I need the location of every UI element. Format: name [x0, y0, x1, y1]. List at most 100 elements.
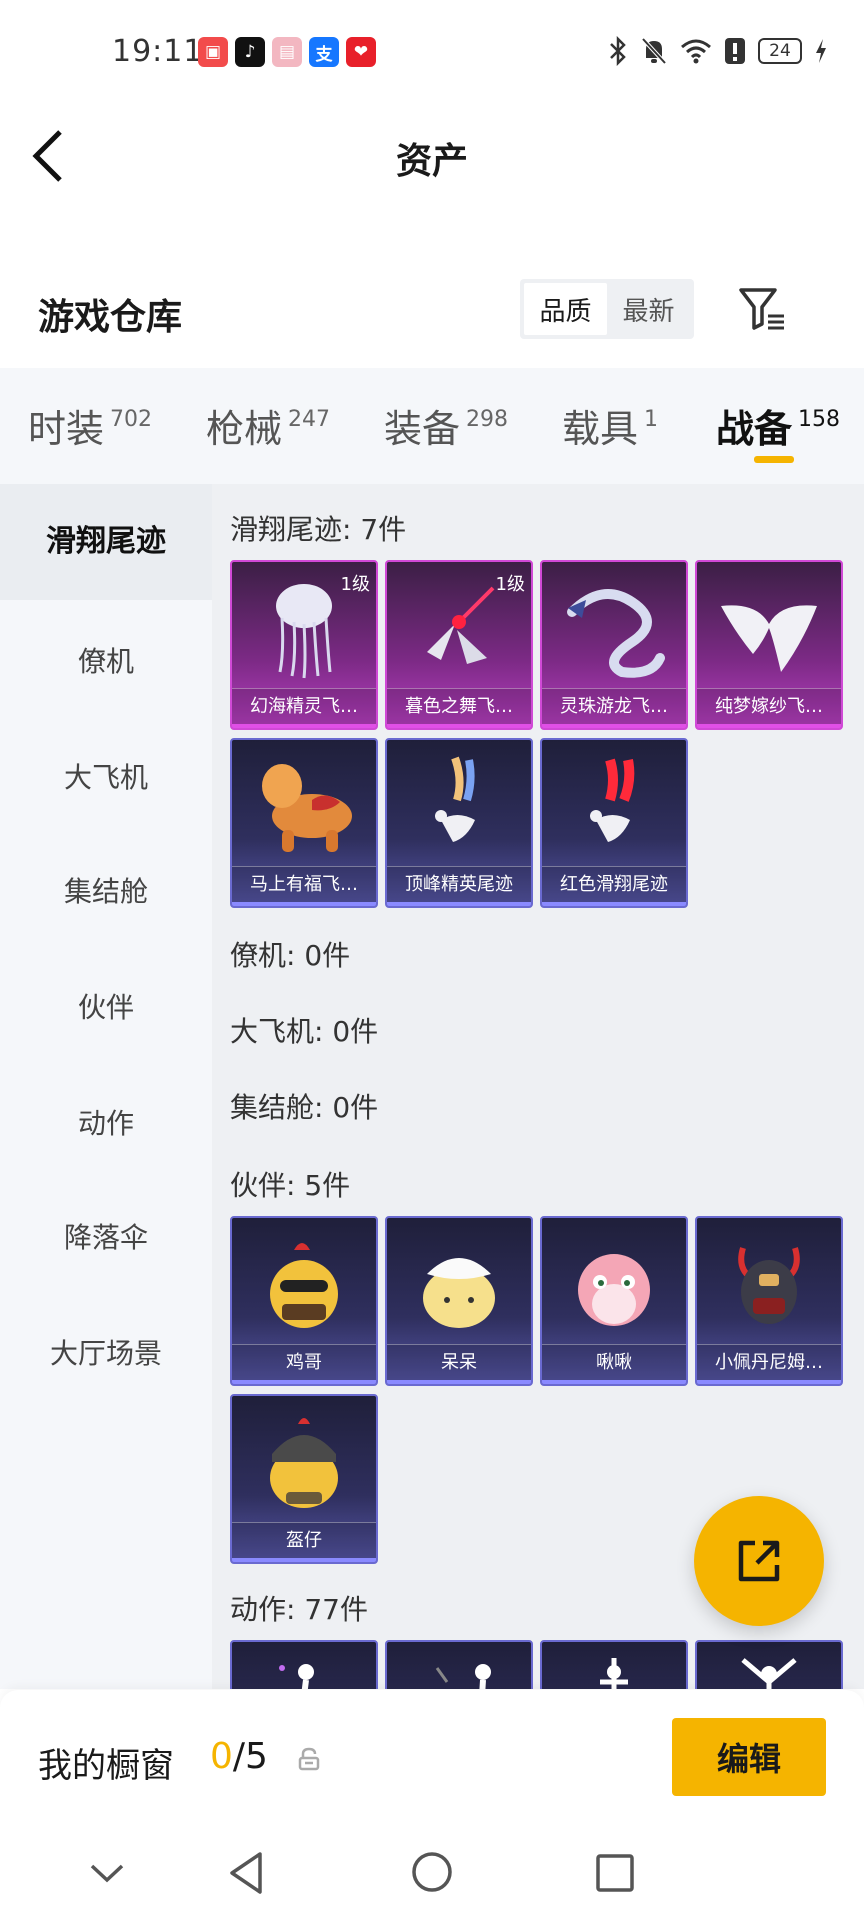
- gift-app-icon: ▤: [272, 37, 302, 67]
- item-card[interactable]: [230, 1640, 378, 1689]
- rarity-strip: [542, 902, 686, 906]
- side-menu: 滑翔尾迹 僚机 大飞机 集结舱 伙伴 动作 降落伞 大厅场景: [0, 484, 212, 1689]
- tab-label: 枪械: [206, 407, 283, 451]
- edit-button[interactable]: 编辑: [672, 1718, 826, 1796]
- status-bar: 19:11 ▣ ♪ ▤ 支 ❤ 24: [0, 0, 864, 104]
- assets-page: 19:11 ▣ ♪ ▤ 支 ❤ 24 资产 游戏仓库 品质 最新 时装 702 …: [0, 0, 864, 1920]
- section-title-partner: 伙伴: 5件: [230, 1169, 351, 1202]
- active-tab-indicator: [754, 456, 794, 463]
- tab-combat-gear[interactable]: 战备 158: [716, 398, 840, 453]
- tab-fashion[interactable]: 时装 702: [28, 398, 152, 453]
- tab-label: 载具: [562, 407, 639, 451]
- rarity-strip: [697, 1380, 841, 1384]
- section-title-wingman: 僚机: 0件: [230, 939, 351, 972]
- nav-recents-icon[interactable]: [594, 1852, 636, 1894]
- section-title-emote: 动作: 77件: [230, 1593, 368, 1626]
- collapse-chevron-icon[interactable]: [88, 1862, 126, 1886]
- item-card[interactable]: 呆呆: [385, 1216, 533, 1386]
- item-card[interactable]: 盔仔: [230, 1394, 378, 1564]
- showcase-count: 0/5: [210, 1736, 268, 1777]
- item-name: 小佩丹尼姆…: [697, 1344, 841, 1380]
- item-card[interactable]: 1级 暮色之舞飞…: [385, 560, 533, 730]
- side-item-big-plane[interactable]: 大飞机: [0, 756, 212, 796]
- tab-guns[interactable]: 枪械 247: [206, 398, 330, 453]
- system-nav-bar: [0, 1830, 864, 1920]
- item-name: 马上有福飞…: [232, 866, 376, 902]
- dancing-blades-icon: [427, 586, 495, 664]
- showcase-total: /5: [232, 1736, 268, 1777]
- tab-count: 702: [110, 407, 153, 432]
- side-item-emote[interactable]: 动作: [0, 1102, 212, 1142]
- nav-back-icon[interactable]: [226, 1850, 266, 1896]
- tab-equipment[interactable]: 装备 298: [384, 398, 508, 453]
- item-card[interactable]: 马上有福飞…: [230, 738, 378, 908]
- tab-count: 247: [288, 407, 331, 432]
- dance-emote-icon: [600, 1658, 628, 1689]
- section-title-glide-trail: 滑翔尾迹: 7件: [230, 513, 407, 546]
- warehouse-title: 游戏仓库: [38, 297, 183, 338]
- rarity-strip: [232, 1558, 376, 1562]
- lock-icon: [298, 1747, 320, 1771]
- item-name: 啾啾: [542, 1344, 686, 1380]
- side-item-wingman[interactable]: 僚机: [0, 640, 212, 680]
- item-name: 呆呆: [387, 1344, 531, 1380]
- item-card[interactable]: 小佩丹尼姆…: [695, 1216, 843, 1386]
- filter-button[interactable]: [738, 286, 788, 332]
- item-card[interactable]: 顶峰精英尾迹: [385, 738, 533, 908]
- item-name: 暮色之舞飞…: [387, 688, 531, 724]
- charging-icon: [816, 39, 826, 63]
- external-link-icon: [738, 1540, 780, 1582]
- item-card[interactable]: 红色滑翔尾迹: [540, 738, 688, 908]
- side-item-lobby-scene[interactable]: 大厅场景: [0, 1332, 212, 1372]
- item-card[interactable]: 鸡哥: [230, 1216, 378, 1386]
- sort-newest-button[interactable]: 最新: [607, 283, 690, 335]
- tiktok-app-icon: ♪: [235, 37, 265, 67]
- category-tabs: 时装 702 枪械 247 装备 298 载具 1 战备 158: [0, 368, 864, 484]
- showcase-current: 0: [210, 1736, 233, 1777]
- item-name: 灵珠游龙飞…: [542, 688, 686, 724]
- share-button[interactable]: [694, 1496, 824, 1626]
- red-trail-icon: [590, 758, 635, 842]
- side-item-glide-trail[interactable]: 滑翔尾迹: [0, 484, 212, 600]
- item-card[interactable]: [540, 1640, 688, 1689]
- page-title: 资产: [395, 141, 468, 182]
- rarity-strip: [542, 1380, 686, 1384]
- dance-emote-icon: [435, 1664, 491, 1689]
- shop-app-icon: ▣: [198, 37, 228, 67]
- item-name: 盔仔: [232, 1522, 376, 1558]
- item-card[interactable]: 啾啾: [540, 1216, 688, 1386]
- helmet-chick-icon: [270, 1418, 338, 1508]
- jellyfish-icon: [276, 584, 332, 679]
- side-item-pod[interactable]: 集结舱: [0, 870, 212, 910]
- rarity-strip: [232, 724, 376, 728]
- item-name: 幻海精灵飞…: [232, 688, 376, 724]
- rarity-strip: [387, 724, 531, 728]
- tab-label: 时装: [28, 407, 105, 451]
- rarity-strip: [697, 724, 841, 728]
- item-card[interactable]: [695, 1640, 843, 1689]
- dragon-icon: [567, 589, 665, 678]
- item-card[interactable]: 灵珠游龙飞…: [540, 560, 688, 730]
- status-indicators: 24: [608, 36, 828, 66]
- item-card[interactable]: [385, 1640, 533, 1689]
- tab-vehicles[interactable]: 载具 1: [562, 398, 658, 453]
- item-name: 鸡哥: [232, 1344, 376, 1380]
- sort-quality-button[interactable]: 品质: [524, 283, 607, 335]
- sort-toggle: 品质 最新: [520, 279, 694, 339]
- side-item-parachute[interactable]: 降落伞: [0, 1216, 212, 1256]
- item-card[interactable]: 纯梦嫁纱飞…: [695, 560, 843, 730]
- tab-count: 158: [798, 407, 841, 432]
- item-card[interactable]: 1级 幻海精灵飞…: [230, 560, 378, 730]
- chicken-bro-icon: [270, 1243, 338, 1328]
- tab-count: 298: [466, 407, 509, 432]
- side-item-partner[interactable]: 伙伴: [0, 986, 212, 1026]
- elite-trail-icon: [435, 756, 475, 842]
- item-name: 红色滑翔尾迹: [542, 866, 686, 902]
- rarity-strip: [387, 1380, 531, 1384]
- rarity-strip: [232, 1380, 376, 1384]
- nav-home-icon[interactable]: [410, 1850, 454, 1894]
- mute-bell-icon: [641, 37, 667, 65]
- battery-indicator: 24: [758, 38, 802, 64]
- pink-bird-icon: [578, 1254, 650, 1326]
- rarity-strip: [232, 902, 376, 906]
